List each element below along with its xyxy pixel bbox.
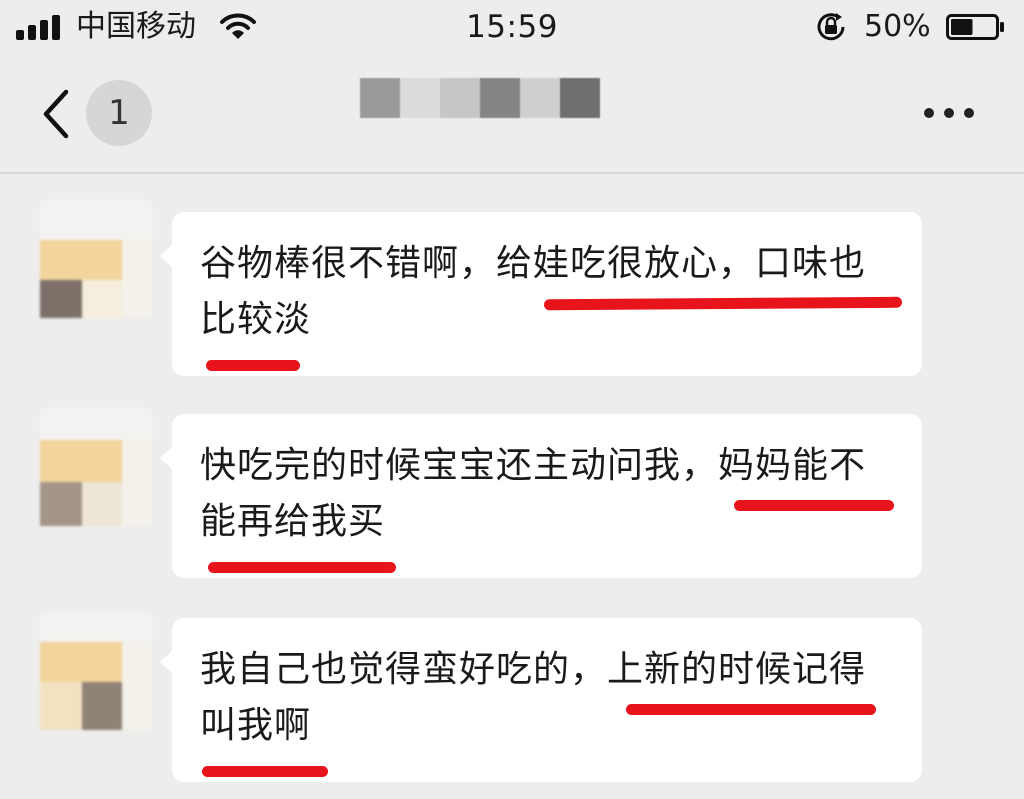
status-bar: 中国移动 15:59 50% [0,0,1024,56]
highlight-underline [734,500,894,511]
battery-icon [946,14,1004,40]
highlight-underline [202,766,328,777]
message-bubble[interactable]: 快吃完的时候宝宝还主动问我，妈妈能不 能再给我买 [160,414,922,578]
rotation-lock-icon [817,13,845,41]
avatar[interactable] [40,200,152,318]
message-text: 谷物棒很不错啊，给娃吃很放心，口味也 比较淡 [200,236,900,348]
chat-title-obscured [360,78,600,118]
message-line: 我自己也觉得蛮好吃的，上新的时候记得 [200,649,867,690]
more-dots-icon[interactable] [918,96,980,130]
chevron-left-icon[interactable] [36,86,76,142]
avatar[interactable] [40,408,152,526]
highlight-underline [206,360,300,371]
unread-count-badge[interactable]: 1 [86,80,152,146]
message-bubble[interactable]: 我自己也觉得蛮好吃的，上新的时候记得 叫我啊 [160,618,922,782]
avatar[interactable] [40,612,152,730]
message-text: 我自己也觉得蛮好吃的，上新的时候记得 叫我啊 [200,642,900,754]
nav-bar: 1 [0,56,1024,174]
battery-percent: 50% [864,9,931,44]
highlight-underline [208,562,396,573]
message-line: 谷物棒很不错啊，给娃吃很放心，口味也 [200,243,867,284]
message-text: 快吃完的时候宝宝还主动问我，妈妈能不 能再给我买 [200,438,900,550]
highlight-underline [626,704,876,715]
message-bubble[interactable]: 谷物棒很不错啊，给娃吃很放心，口味也 比较淡 [160,212,922,376]
battery-fill [951,19,973,35]
message-line: 快吃完的时候宝宝还主动问我，妈妈能不 [200,445,867,486]
